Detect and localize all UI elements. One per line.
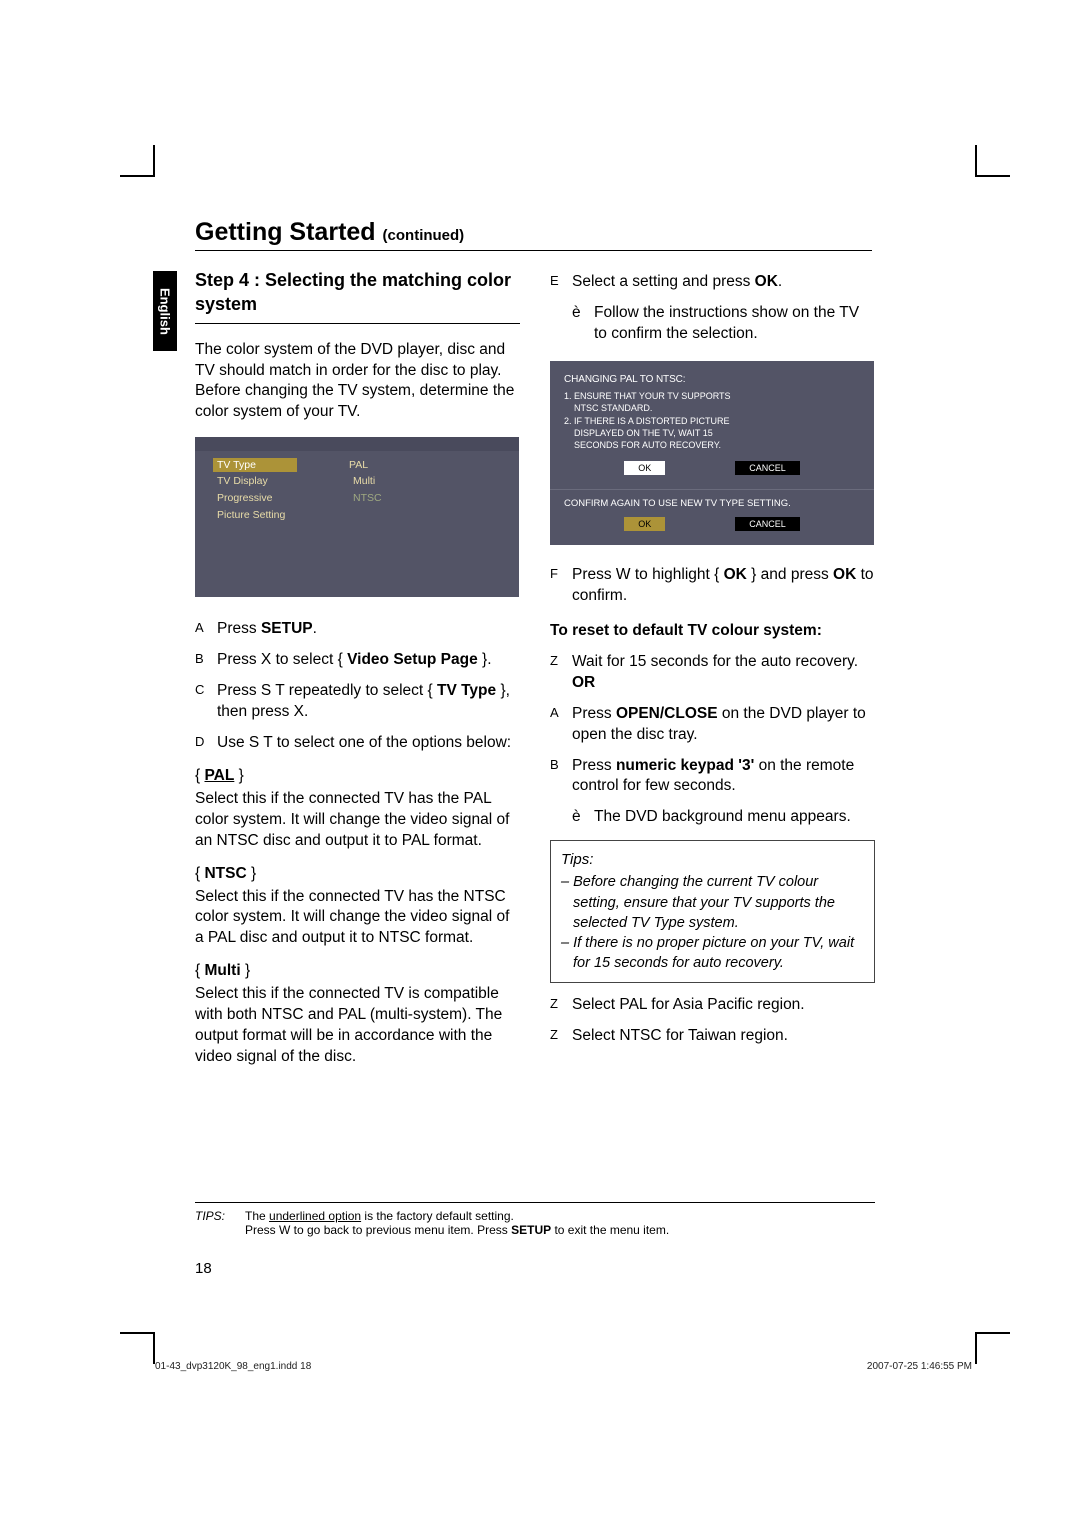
title-main: Getting Started xyxy=(195,218,376,246)
step-b2: B Press numeric keypad '3' on the remote… xyxy=(550,756,875,798)
option-ntsc-head: { NTSC } xyxy=(195,864,520,885)
step-a2: A Press OPEN/CLOSE on the DVD player to … xyxy=(550,704,875,746)
step-z3: Z Select NTSC for Taiwan region. xyxy=(550,1026,875,1047)
osd-progressive-label: Progressive xyxy=(217,491,301,505)
tips-p1: – Before changing the current TV colour … xyxy=(561,872,864,933)
crop-mark xyxy=(975,145,977,177)
step-z2: Z Select PAL for Asia Pacific region. xyxy=(550,995,875,1016)
step-a: A Press SETUP. xyxy=(195,619,520,640)
crop-mark xyxy=(153,145,155,177)
crop-mark xyxy=(975,1332,977,1364)
step-z1: Z Wait for 15 seconds for the auto recov… xyxy=(550,652,875,694)
crop-mark xyxy=(120,1332,155,1334)
step-e: E Select a setting and press OK. xyxy=(550,272,875,293)
right-column: E Select a setting and press OK. è Follo… xyxy=(550,268,875,1068)
crop-mark xyxy=(120,175,155,177)
osd-tv-display-label: TV Display xyxy=(217,474,301,488)
step-d: D Use S T to select one of the options b… xyxy=(195,733,520,754)
osd-tv-display-value: Multi xyxy=(353,474,375,488)
option-multi-body: Select this if the connected TV is compa… xyxy=(195,984,520,1068)
option-pal-body: Select this if the connected TV has the … xyxy=(195,789,520,852)
osd-tv-type-label: TV Type xyxy=(213,458,297,472)
tips-head: Tips: xyxy=(561,849,864,870)
tv-ok2-button: OK xyxy=(624,517,665,531)
reset-heading: To reset to default TV colour system: xyxy=(550,621,875,642)
crop-mark xyxy=(975,175,1010,177)
crop-mark xyxy=(975,1332,1010,1334)
title-continued: (continued) xyxy=(383,227,465,244)
page-number: 18 xyxy=(195,1260,212,1277)
step-e-sub: è Follow the instructions show on the TV… xyxy=(572,303,875,345)
tv-cancel2-button: CANCEL xyxy=(735,517,800,531)
osd-picture-setting-label: Picture Setting xyxy=(217,508,301,522)
footer-tips: TIPS: The underlined option is the facto… xyxy=(195,1202,875,1237)
step-f: F Press W to highlight { OK } and press … xyxy=(550,565,875,607)
tv-cancel-button: CANCEL xyxy=(735,461,800,475)
osd-menu: TV Type PAL TV Display Multi Progressive… xyxy=(195,437,519,597)
option-pal-head: { PAL } xyxy=(195,766,520,787)
step-rule xyxy=(195,323,520,324)
osd-tv-type-value: PAL xyxy=(349,458,368,472)
option-ntsc-body: Select this if the connected TV has the … xyxy=(195,887,520,950)
imprint-right: 2007-07-25 1:46:55 PM xyxy=(867,1361,972,1372)
imprint-left: 01-43_dvp3120K_98_eng1.indd 18 xyxy=(155,1361,311,1372)
tv-confirm-text: CONFIRM AGAIN TO USE NEW TV TYPE SETTING… xyxy=(564,498,860,511)
tv-confirm-dialog: CHANGING PAL TO NTSC: 1. ENSURE THAT YOU… xyxy=(550,361,874,545)
crop-mark xyxy=(153,1332,155,1364)
step-b: B Press X to select { Video Setup Page }… xyxy=(195,650,520,671)
intro-paragraph: The color system of the DVD player, disc… xyxy=(195,340,520,424)
step-heading: Step 4 : Selecting the matching color sy… xyxy=(195,268,520,317)
tips-p2: – If there is no proper picture on your … xyxy=(561,933,864,974)
section-title: Getting Started (continued) xyxy=(195,218,464,247)
title-rule xyxy=(195,250,872,251)
osd-progressive-value: NTSC xyxy=(353,491,382,505)
step-c: C Press S T repeatedly to select { TV Ty… xyxy=(195,681,520,723)
left-column: Step 4 : Selecting the matching color sy… xyxy=(195,268,520,1068)
tv-ok-button: OK xyxy=(624,461,665,475)
tv-dialog-title: CHANGING PAL TO NTSC: xyxy=(564,373,860,387)
tips-box: Tips: – Before changing the current TV c… xyxy=(550,840,875,982)
step-b2-sub: è The DVD background menu appears. xyxy=(572,807,875,828)
language-tab: English xyxy=(153,271,177,351)
option-multi-head: { Multi } xyxy=(195,961,520,982)
